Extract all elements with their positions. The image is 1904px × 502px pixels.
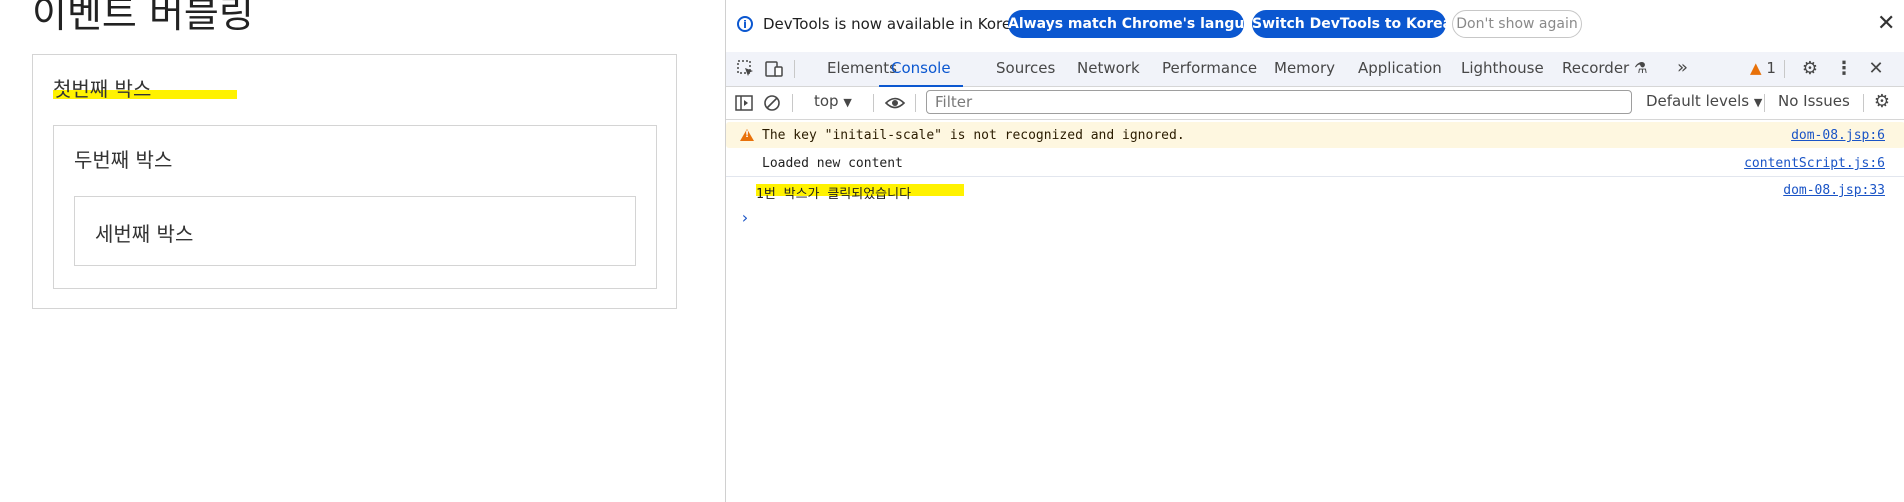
console-filter-input[interactable]: Filter	[926, 90, 1632, 114]
sidebar-toggle-icon[interactable]	[734, 93, 754, 113]
tab-console[interactable]: Console	[879, 52, 963, 87]
divider	[794, 60, 795, 78]
settings-gear-icon[interactable]: ⚙	[1800, 59, 1820, 79]
log-levels-dropdown[interactable]: Default levels ▼	[1646, 86, 1762, 116]
issues-counter[interactable]: ▲ 1	[1750, 52, 1776, 86]
language-infobar: i DevTools is now available in Korean! A…	[726, 0, 1904, 48]
console-message: 1번 박스가 클릭되었습니다 dom-08.jsp:33	[726, 177, 1904, 203]
tab-performance[interactable]: Performance	[1162, 52, 1257, 86]
tab-lighthouse[interactable]: Lighthouse	[1461, 52, 1544, 86]
console-toolbar: top ▼ Filter Default levels ▼ No Issues …	[726, 87, 1904, 120]
warning-icon	[740, 129, 754, 141]
page-viewport: 이벤트 버블링 첫번째 박스 두번째 박스 세번째 박스	[0, 0, 724, 502]
console-settings-gear-icon[interactable]: ⚙	[1872, 92, 1892, 112]
box-second-label: 두번째 박스	[74, 148, 173, 172]
match-language-button[interactable]: Always match Chrome's language	[1008, 10, 1273, 38]
more-tabs-icon[interactable]: »	[1677, 52, 1688, 86]
box-first-label: 첫번째 박스	[53, 77, 152, 101]
divider	[1863, 94, 1864, 112]
box-third[interactable]: 세번째 박스	[74, 196, 636, 266]
divider	[792, 94, 793, 112]
box-second[interactable]: 두번째 박스 세번째 박스	[53, 125, 657, 289]
divider	[915, 94, 916, 112]
warning-icon: ▲	[1750, 59, 1762, 77]
message-text: The key "initail-scale" is not recognize…	[762, 128, 1185, 143]
box-third-label: 세번째 박스	[95, 222, 194, 246]
live-expression-eye-icon[interactable]	[884, 93, 906, 113]
console-prompt[interactable]: ›	[740, 208, 750, 227]
devtools-tabbar: Elements Console Sources Network Perform…	[726, 52, 1904, 87]
console-message-warning: The key "initail-scale" is not recognize…	[726, 122, 1904, 148]
inspect-element-icon[interactable]	[736, 59, 756, 79]
message-text: Loaded new content	[762, 156, 903, 171]
dropdown-arrow-icon: ▼	[843, 96, 852, 109]
tab-recorder[interactable]: Recorder ⚗	[1562, 52, 1647, 86]
context-selector[interactable]: top ▼	[814, 86, 852, 116]
divider	[1764, 94, 1765, 112]
device-toolbar-icon[interactable]	[764, 59, 784, 79]
devtools-panel: i DevTools is now available in Korean! A…	[725, 0, 1904, 502]
page-title: 이벤트 버블링	[32, 0, 254, 36]
switch-korean-button[interactable]: Switch DevTools to Korean	[1252, 10, 1462, 38]
close-infobar-icon[interactable]: ✕	[1877, 13, 1895, 35]
source-link[interactable]: dom-08.jsp:33	[1783, 183, 1885, 198]
close-devtools-icon[interactable]: ✕	[1866, 59, 1886, 79]
divider	[1784, 60, 1785, 78]
clear-console-icon[interactable]	[762, 93, 782, 113]
tab-sources[interactable]: Sources	[996, 52, 1055, 86]
infobar-text: DevTools is now available in Korean!	[763, 15, 1036, 33]
dont-show-again-button[interactable]: Don't show again	[1452, 10, 1582, 38]
tab-application[interactable]: Application	[1358, 52, 1442, 86]
source-link[interactable]: contentScript.js:6	[1744, 156, 1885, 171]
tab-network[interactable]: Network	[1077, 52, 1140, 86]
box-first[interactable]: 첫번째 박스 두번째 박스 세번째 박스	[32, 54, 677, 309]
tab-memory[interactable]: Memory	[1274, 52, 1335, 86]
source-link[interactable]: dom-08.jsp:6	[1791, 128, 1885, 143]
dropdown-arrow-icon: ▼	[1753, 96, 1763, 109]
info-icon: i	[737, 16, 753, 32]
flask-icon: ⚗	[1634, 59, 1648, 77]
divider	[873, 94, 874, 112]
issues-status[interactable]: No Issues	[1778, 86, 1850, 116]
message-text: 1번 박스가 클릭되었습니다	[756, 187, 912, 202]
more-options-icon[interactable]: ⋮	[1834, 59, 1854, 79]
console-message: Loaded new content contentScript.js:6	[726, 150, 1904, 177]
